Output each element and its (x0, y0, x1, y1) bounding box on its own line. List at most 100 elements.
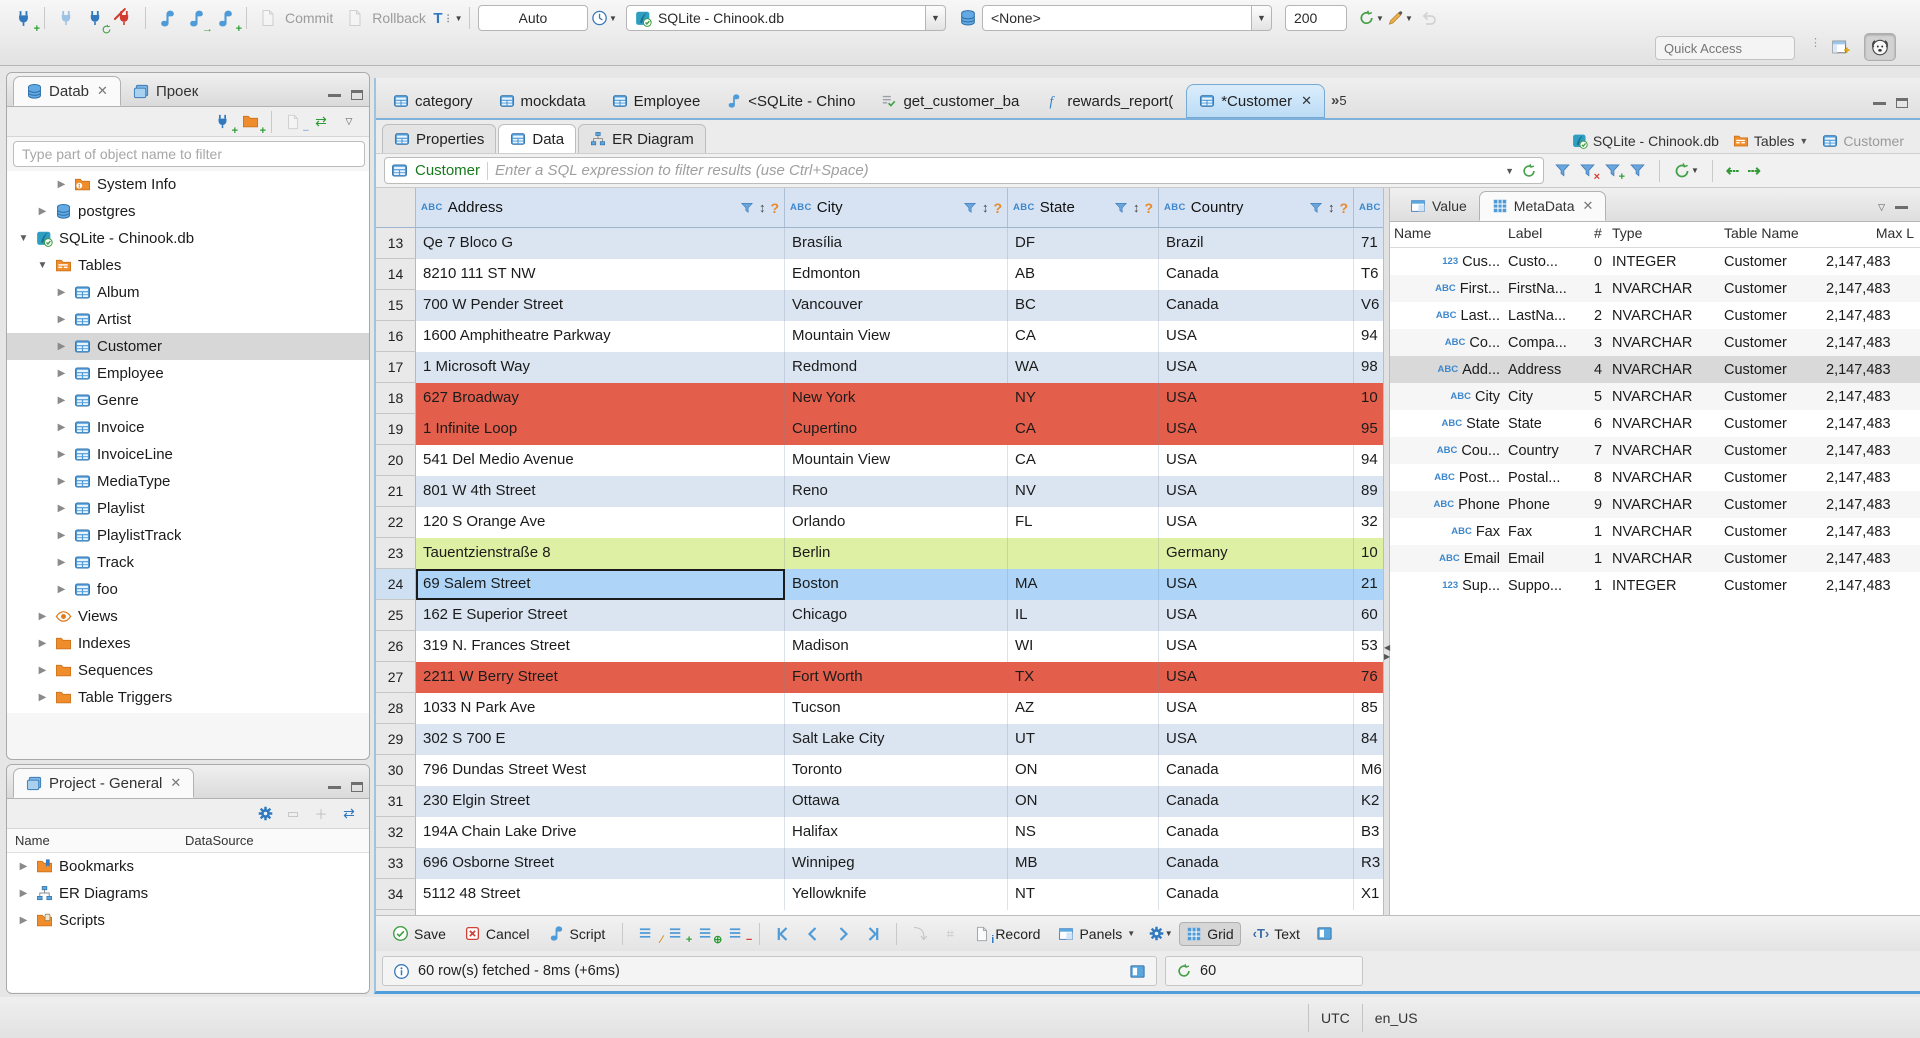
cell-address[interactable]: 700 W Pender Street (416, 290, 785, 321)
maximize-icon[interactable] (351, 782, 363, 792)
meta-cell-number[interactable]: 1 (1590, 281, 1608, 297)
expand-arrow-icon[interactable]: ▶ (55, 341, 68, 352)
filter-history-back-icon[interactable]: ⇠ (1726, 161, 1739, 181)
panel-splitter[interactable]: ◀ ▶ (1383, 188, 1390, 915)
recent-sql-editor-icon[interactable]: → (183, 5, 213, 35)
refresh-grid-icon[interactable]: ▼ (1673, 162, 1699, 180)
expand-arrow-icon[interactable]: ▶ (55, 287, 68, 298)
cell-state[interactable]: TX (1008, 662, 1159, 693)
panels-button[interactable]: Panels ▼ (1052, 923, 1141, 945)
row-number[interactable]: 26 (376, 631, 416, 662)
row-number[interactable]: 23 (376, 538, 416, 569)
cell-postalcode[interactable]: 89 (1354, 476, 1383, 507)
cell-city[interactable]: Mountain View (785, 321, 1008, 352)
cell-state[interactable]: BC (1008, 290, 1159, 321)
cell-state[interactable]: IL (1008, 600, 1159, 631)
metadata-row-firstna[interactable]: ABC First... FirstNa... 1 NVARCHAR Customer 2,… (1390, 275, 1920, 302)
meta-cell-name[interactable]: ABC First... (1390, 281, 1504, 297)
cell-city[interactable]: Mountain View (785, 445, 1008, 476)
metadata-row-email[interactable]: ABC Email Email 1 NVARCHAR Customer 2,147,483 (1390, 545, 1920, 572)
cell-address[interactable]: 319 N. Frances Street (416, 631, 785, 662)
meta-cell-number[interactable]: 1 (1590, 578, 1608, 594)
cell-country[interactable]: USA (1159, 569, 1354, 600)
meta-cell-max[interactable]: 2,147,483 (1822, 416, 1918, 432)
meta-cell-name[interactable]: ABC Co... (1390, 335, 1504, 351)
timezone-indicator[interactable]: UTC (1321, 1010, 1350, 1026)
row-number[interactable]: 20 (376, 445, 416, 476)
metadata-row-lastna[interactable]: ABC Last... LastNa... 2 NVARCHAR Customer 2,14… (1390, 302, 1920, 329)
column-filter-icon[interactable] (1309, 201, 1323, 215)
cell-address[interactable]: 796 Dundas Street West (416, 755, 785, 786)
meta-cell-label[interactable]: Postal... (1504, 470, 1590, 486)
meta-cell-number[interactable]: 0 (1590, 254, 1608, 270)
metadata-row-fax[interactable]: ABC Fax Fax 1 NVARCHAR Customer 2,147,483 (1390, 518, 1920, 545)
meta-column-header-table-name[interactable]: Table Name (1720, 222, 1822, 247)
rollback-icon[interactable] (342, 5, 368, 31)
cell-state[interactable]: MB (1008, 848, 1159, 879)
column-header-postalcode[interactable]: ABC (1354, 188, 1383, 227)
active-schema-select[interactable]: <None> (981, 5, 1252, 31)
refresh-count-box[interactable]: 60 (1165, 956, 1363, 986)
zoom-cell-icon[interactable]: ⌗ (938, 926, 962, 942)
meta-cell-type[interactable]: NVARCHAR (1608, 497, 1720, 513)
cell-city[interactable]: Tucson (785, 693, 1008, 724)
meta-cell-type[interactable]: INTEGER (1608, 254, 1720, 270)
meta-cell-name[interactable]: ABC Phone (1390, 497, 1504, 513)
expand-arrow-icon[interactable]: ▶ (55, 476, 68, 487)
reconnect-icon[interactable] (82, 5, 108, 31)
expand-arrow-icon[interactable]: ▶ (55, 422, 68, 433)
meta-cell-name[interactable]: 123 Cus... (1390, 254, 1504, 270)
new-connection-icon[interactable]: + (10, 5, 40, 35)
minimize-icon[interactable] (1873, 101, 1886, 105)
maximize-icon[interactable] (351, 90, 363, 100)
cell-country[interactable]: Canada (1159, 755, 1354, 786)
cell-address[interactable]: 1033 N Park Ave (416, 693, 785, 724)
quick-access-input[interactable] (1655, 36, 1795, 60)
sql-filter-input[interactable] (495, 162, 1499, 179)
tree-item-genre[interactable]: ▶ Genre (7, 387, 369, 414)
expand-arrow-icon[interactable]: ▶ (55, 395, 68, 406)
meta-cell-max[interactable]: 2,147,483 (1822, 443, 1918, 459)
apply-filter-refresh-icon[interactable] (1521, 163, 1537, 179)
expand-arrow-icon[interactable]: ▶ (55, 368, 68, 379)
row-number[interactable]: 18 (376, 383, 416, 414)
meta-cell-name[interactable]: ABC Cou... (1390, 443, 1504, 459)
cell-address[interactable]: 194A Chain Lake Drive (416, 817, 785, 848)
tree-item-sequences[interactable]: ▶ Sequences (7, 657, 369, 684)
cell-city[interactable]: Toronto (785, 755, 1008, 786)
column-filter-icon[interactable] (963, 201, 977, 215)
tree-item-album[interactable]: ▶ Album (7, 279, 369, 306)
settings-gear-icon[interactable]: ▼ (1147, 925, 1173, 942)
next-row-icon[interactable] (831, 925, 855, 943)
cell-address[interactable]: 1 Microsoft Way (416, 352, 785, 383)
calc-panel-icon[interactable] (1312, 925, 1338, 942)
meta-cell-table[interactable]: Customer (1720, 578, 1822, 594)
meta-cell-label[interactable]: City (1504, 389, 1590, 405)
cell-postalcode[interactable]: X1 (1354, 879, 1383, 910)
column-header-address[interactable]: ABC Address ↕? (416, 188, 785, 227)
row-number[interactable]: 31 (376, 786, 416, 817)
cell-country[interactable]: Canada (1159, 259, 1354, 290)
cell-state[interactable]: CA (1008, 414, 1159, 445)
cell-state[interactable]: NT (1008, 879, 1159, 910)
close-icon[interactable]: ✕ (1582, 198, 1593, 214)
tab-er-diagram[interactable]: ER Diagram (578, 124, 706, 153)
cell-postalcode[interactable]: 98 (1354, 352, 1383, 383)
cell-state[interactable]: NY (1008, 383, 1159, 414)
cell-country[interactable]: USA (1159, 321, 1354, 352)
row-number[interactable]: 27 (376, 662, 416, 693)
cell-city[interactable]: Cupertino (785, 414, 1008, 445)
cell-postalcode[interactable]: 32 (1354, 507, 1383, 538)
tab-data[interactable]: Data (498, 124, 577, 153)
tree-item-foo[interactable]: ▶ foo (7, 576, 369, 603)
meta-cell-max[interactable]: 2,147,483 (1822, 281, 1918, 297)
cell-postalcode[interactable]: 71 (1354, 228, 1383, 259)
expand-arrow-icon[interactable]: ▶ (36, 665, 49, 676)
metadata-row-country[interactable]: ABC Cou... Country 7 NVARCHAR Customer 2,147,4… (1390, 437, 1920, 464)
meta-cell-table[interactable]: Customer (1720, 335, 1822, 351)
cell-address[interactable]: 801 W 4th Street (416, 476, 785, 507)
record-button[interactable]: i Record (968, 923, 1046, 945)
meta-cell-type[interactable]: NVARCHAR (1608, 524, 1720, 540)
new-connection-icon[interactable]: + (210, 111, 238, 136)
meta-cell-type[interactable]: INTEGER (1608, 578, 1720, 594)
